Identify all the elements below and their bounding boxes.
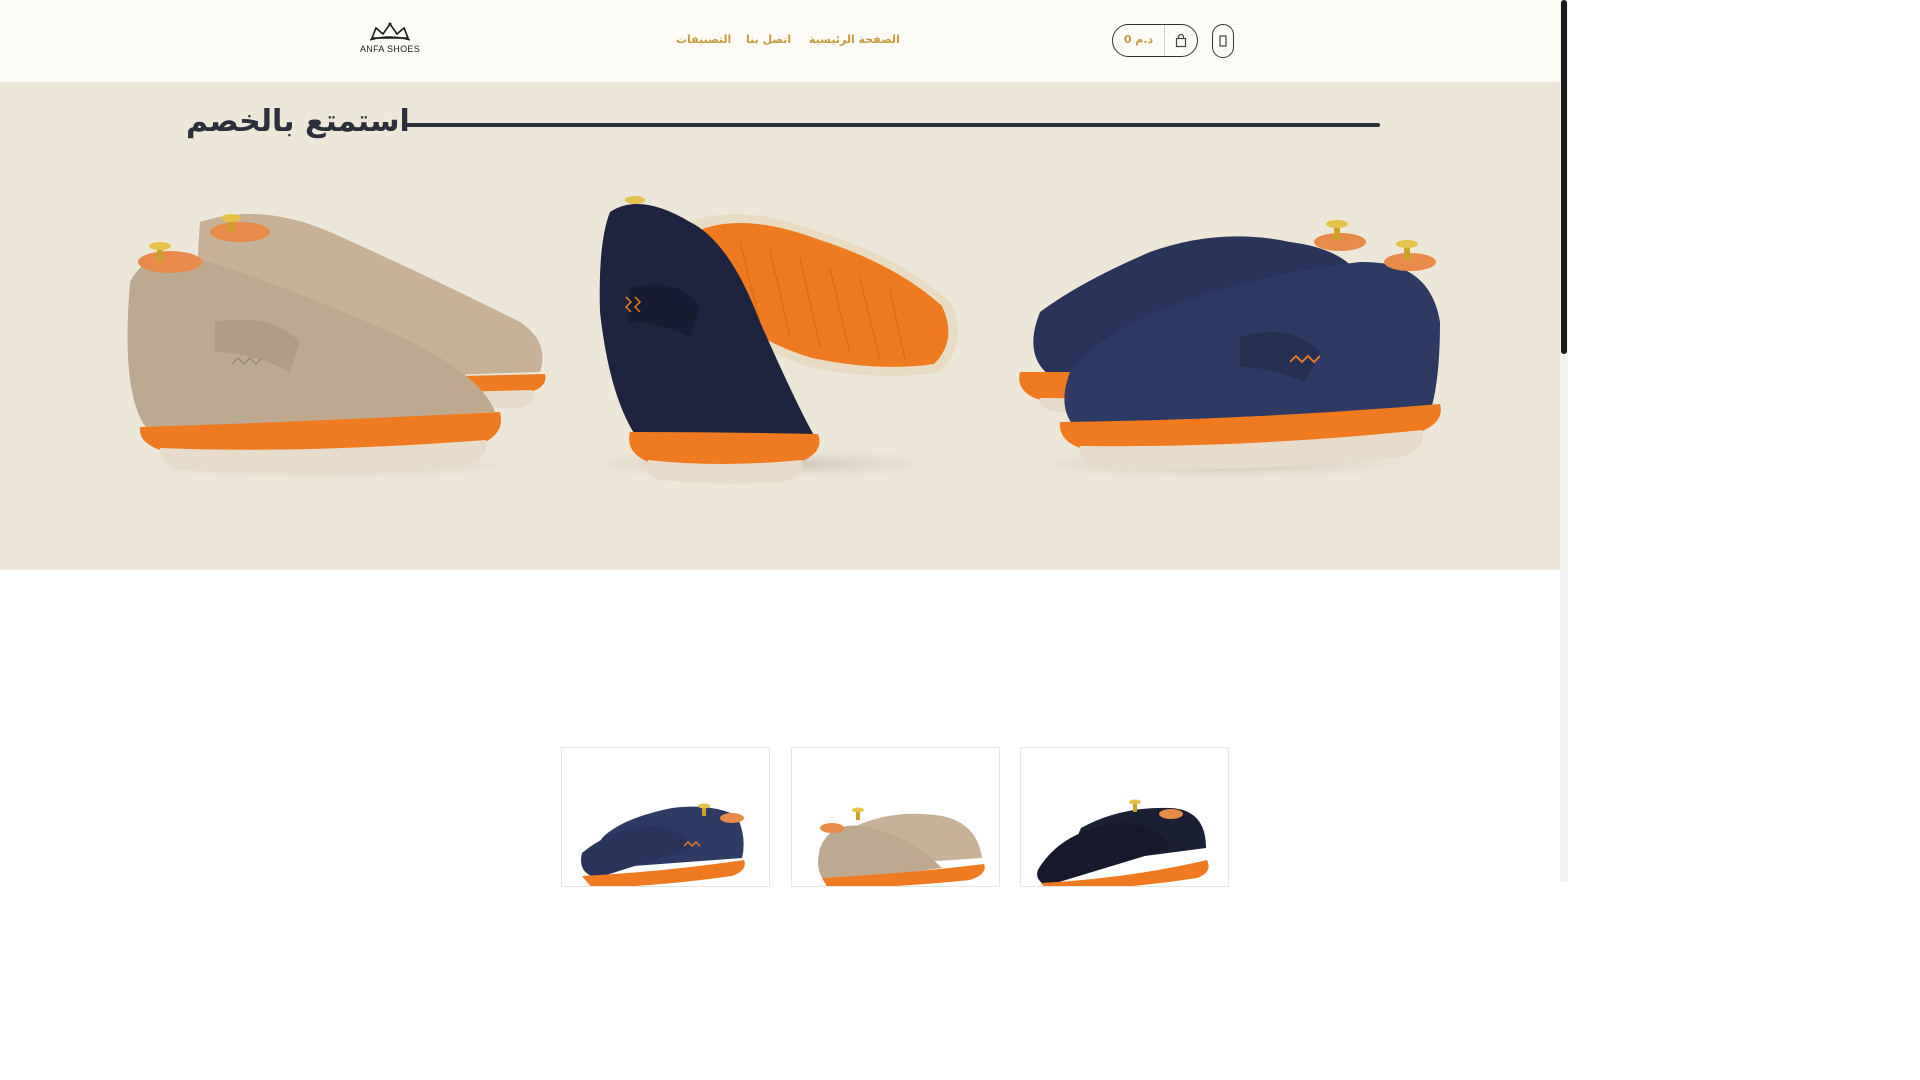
product-image [818, 807, 985, 886]
site-logo[interactable]: ANFA SHOES [358, 22, 422, 58]
product-card[interactable] [1020, 747, 1229, 887]
nav-home[interactable]: الصفحة الرئيسية [809, 33, 900, 46]
page-scrollbar-thumb[interactable] [1561, 0, 1567, 354]
nav-categories[interactable]: التصنيفات [676, 33, 731, 46]
cart-button[interactable]: 0 د.م [1112, 24, 1198, 57]
shoes-image [90, 196, 1460, 484]
menu-icon [1219, 35, 1227, 47]
logo-text: ANFA SHOES [359, 44, 421, 54]
menu-button[interactable] [1212, 24, 1234, 58]
product-image [581, 803, 745, 886]
product-card[interactable] [791, 747, 1000, 887]
promo-banner[interactable]: استمتع بالخصم [0, 82, 1560, 570]
product-card[interactable] [561, 747, 770, 887]
product-image [1037, 799, 1209, 886]
crown-icon [369, 22, 411, 41]
site-header: ANFA SHOES التصنيفات اتصل بنا الصفحة الر… [0, 0, 1560, 82]
cart-total: 0 د.م [1113, 25, 1165, 56]
nav-contact[interactable]: اتصل بنا [746, 33, 791, 46]
cart-icon [1165, 25, 1197, 56]
